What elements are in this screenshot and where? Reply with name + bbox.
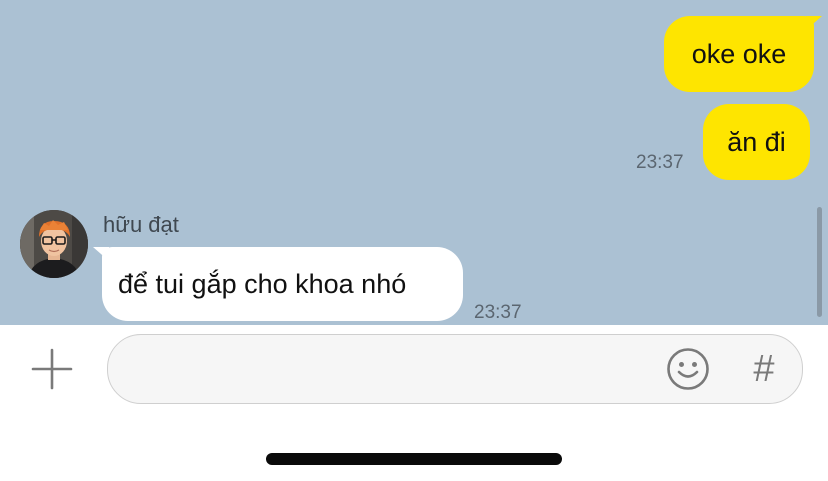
attach-plus-button[interactable] (26, 341, 78, 397)
scrollbar[interactable] (817, 207, 822, 317)
plus-icon (31, 348, 73, 390)
avatar-photo (20, 210, 88, 278)
message-text: oke oke (691, 38, 787, 69)
emoji-button[interactable] (665, 346, 711, 392)
my-message-bubble[interactable]: ăn đi (703, 104, 810, 180)
message-text: ăn đi (727, 126, 786, 157)
smiley-icon (667, 348, 709, 390)
hashtag-button[interactable]: # (744, 343, 784, 395)
my-message-bubble[interactable]: oke oke (664, 16, 814, 92)
home-indicator[interactable] (266, 453, 562, 465)
chat-message-area[interactable]: oke oke ăn đi 23:37 hữu đạt để tui gắp c… (0, 0, 828, 325)
sender-name: hữu đạt (103, 212, 179, 237)
message-timestamp: 23:37 (636, 152, 684, 173)
sender-avatar[interactable] (20, 210, 88, 278)
message-timestamp: 23:37 (474, 302, 522, 323)
incoming-message-bubble[interactable]: để tui gắp cho khoa nhó (102, 247, 463, 321)
bubble-tail (806, 16, 822, 30)
message-text: để tui gắp cho khoa nhó (118, 268, 407, 299)
